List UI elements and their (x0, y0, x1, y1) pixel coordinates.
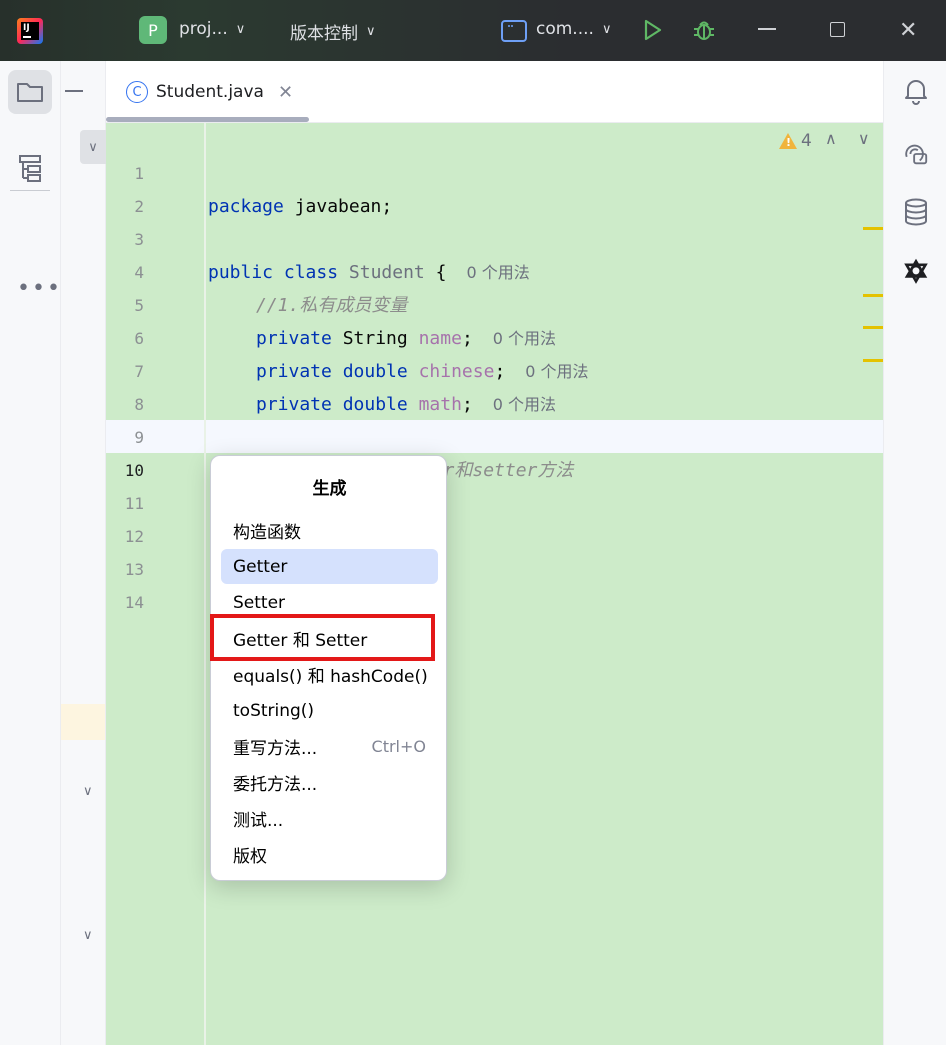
tab-label: Student.java (156, 82, 264, 102)
project-panel: ∨ ∨ ∨ (61, 61, 106, 1045)
divider (10, 190, 50, 191)
run-icon[interactable] (643, 18, 663, 42)
close-icon[interactable]: ✕ (278, 82, 293, 103)
menu-item-label: 构造函数 (233, 523, 301, 543)
ai-chat-icon[interactable] (903, 141, 929, 167)
menu-item-delegate-methods[interactable]: 委托方法... (221, 765, 438, 800)
menu-item-override-methods[interactable]: 重写方法... Ctrl+O (221, 729, 438, 764)
structure-icon[interactable] (8, 146, 52, 190)
project-name: proj... (179, 19, 228, 39)
chevron-down-icon[interactable]: ∨ (80, 130, 106, 164)
minimize-panel-icon[interactable] (65, 90, 83, 92)
intellij-logo-icon[interactable]: IJ (17, 18, 43, 44)
chevron-down-icon: ∨ (366, 24, 376, 39)
plugin-icon[interactable] (903, 257, 929, 284)
folder-icon[interactable] (8, 70, 52, 114)
chevron-down-icon[interactable]: ∨ (83, 784, 93, 799)
notifications-icon[interactable] (903, 78, 929, 105)
menu-item-label: 版权 (233, 847, 267, 867)
code-line: 1 package javabean; (106, 124, 883, 217)
chevron-down-icon: ∨ (601, 21, 612, 37)
close-icon[interactable]: ✕ (899, 18, 917, 43)
code-line: 4 //1.私有成员变量 (106, 223, 883, 316)
line-number: 14 (124, 593, 144, 612)
main-menu-icon[interactable] (77, 20, 101, 40)
menu-item-label: equals() 和 hashCode() (233, 667, 428, 687)
title-bar: IJ P proj... ∨ 版本控制 ∨ com.... ∨ ✕ (0, 0, 946, 61)
menu-item-getter[interactable]: Getter (221, 549, 438, 584)
code-line: 6 private double chinese; 0 个用法 (106, 289, 883, 382)
menu-item-test[interactable]: 测试... (221, 801, 438, 836)
menu-item-label: 委托方法... (233, 775, 318, 795)
debug-icon[interactable] (691, 17, 717, 43)
menu-item-shortcut: Ctrl+O (371, 737, 426, 756)
menu-item-equals-hashcode[interactable]: equals() 和 hashCode() (221, 657, 438, 692)
gutter-highlight (61, 704, 105, 740)
code-line: 2 (106, 157, 883, 216)
code-line: 3 public class Student {0 个用法 (106, 190, 883, 283)
annotation-highlight-box (210, 614, 435, 661)
vcs-label: 版本控制 (290, 24, 358, 44)
menu-item-constructor[interactable]: 构造函数 (221, 513, 438, 548)
minimize-icon[interactable] (758, 28, 776, 30)
vcs-menu[interactable]: 版本控制 ∨ (290, 19, 376, 44)
menu-item-label: 重写方法... (233, 739, 318, 759)
chevron-down-icon[interactable]: ∨ (83, 928, 93, 943)
code-line: 5 private String name; 0 个用法 (106, 256, 883, 349)
editor-tab-bar: C Student.java ✕ (106, 61, 883, 123)
menu-item-tostring[interactable]: toString() (221, 693, 438, 728)
menu-item-label: Setter (233, 592, 286, 613)
right-tool-strip (883, 61, 946, 1045)
code-line: 10 (106, 421, 883, 480)
code-line: 8 (106, 355, 883, 414)
run-config-name: com.... (536, 19, 594, 39)
menu-item-label: Getter (233, 556, 288, 577)
chevron-down-icon: ∨ (235, 21, 246, 37)
menu-item-label: 测试... (233, 811, 284, 831)
generate-popup: 生成 构造函数 Getter Setter Getter 和 Setter eq… (210, 455, 447, 881)
left-tool-strip: ••• (0, 61, 61, 1045)
popup-title: 生成 (312, 479, 347, 499)
project-badge[interactable]: P (139, 16, 167, 44)
tab-student-java[interactable]: C Student.java ✕ (106, 61, 309, 123)
more-icon[interactable]: ••• (17, 276, 62, 301)
maximize-icon[interactable] (830, 22, 845, 37)
tab-active-indicator (106, 117, 309, 122)
database-icon[interactable] (903, 198, 929, 226)
menu-item-copyright[interactable]: 版权 (221, 837, 438, 872)
project-selector[interactable]: proj... ∨ (179, 19, 245, 39)
run-config-selector[interactable]: com.... ∨ (536, 19, 611, 39)
run-config-icon (501, 20, 527, 42)
java-class-icon: C (126, 81, 148, 103)
menu-item-label: toString() (233, 700, 315, 721)
code-line: 9 //2.提供公开的getter和setter方法 (106, 388, 883, 481)
code-line: 7 private double math; 0 个用法 (106, 322, 883, 415)
